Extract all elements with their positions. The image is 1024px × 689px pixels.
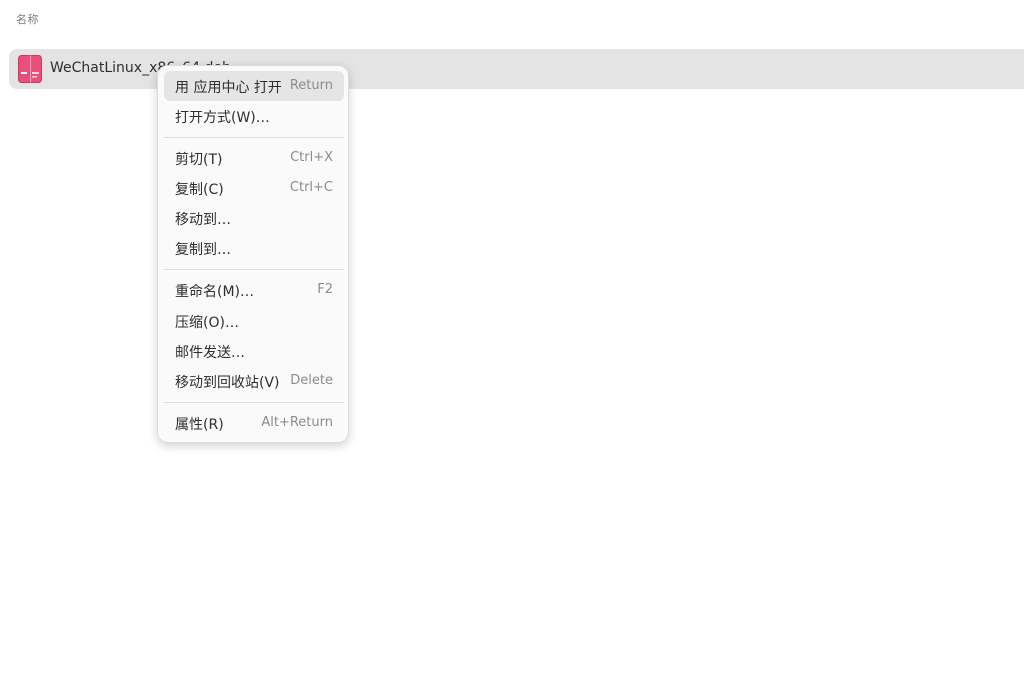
menu-item-shortcut: Alt+Return — [261, 415, 333, 430]
menu-separator — [164, 137, 344, 138]
menu-item-label: 移动到回收站(V) — [175, 375, 280, 391]
menu-item-rename[interactable]: 重命名(M)… F2 — [164, 275, 344, 305]
menu-item-shortcut: Delete — [290, 373, 333, 388]
menu-item-compress[interactable]: 压缩(O)… — [164, 306, 344, 336]
menu-item-label: 压缩(O)… — [175, 315, 239, 331]
menu-item-open-with[interactable]: 打开方式(W)… — [164, 101, 344, 131]
menu-item-shortcut: F2 — [317, 282, 333, 297]
menu-item-label: 移动到… — [175, 212, 231, 228]
menu-item-label: 重命名(M)… — [175, 284, 255, 300]
menu-item-open-with-app-center[interactable]: 用 应用中心 打开 Return — [164, 71, 344, 101]
context-menu: 用 应用中心 打开 Return 打开方式(W)… 剪切(T) Ctrl+X 复… — [157, 65, 349, 443]
column-header-name[interactable]: 名称 — [16, 11, 39, 27]
deb-package-icon — [18, 55, 42, 83]
menu-item-shortcut: Ctrl+X — [290, 150, 333, 165]
menu-item-label: 打开方式(W)… — [175, 110, 270, 126]
menu-item-label: 邮件发送… — [175, 345, 245, 361]
menu-item-copy-to[interactable]: 复制到… — [164, 233, 344, 263]
menu-item-label: 用 应用中心 打开 — [175, 80, 282, 96]
menu-item-label: 剪切(T) — [175, 152, 223, 168]
menu-item-label: 复制(C) — [175, 182, 224, 198]
menu-item-cut[interactable]: 剪切(T) Ctrl+X — [164, 143, 344, 173]
menu-item-move-to-trash[interactable]: 移动到回收站(V) Delete — [164, 366, 344, 396]
menu-item-copy[interactable]: 复制(C) Ctrl+C — [164, 173, 344, 203]
menu-separator — [164, 402, 344, 403]
menu-separator — [164, 269, 344, 270]
menu-item-send-by-email[interactable]: 邮件发送… — [164, 336, 344, 366]
menu-item-label: 复制到… — [175, 242, 231, 258]
menu-item-shortcut: Return — [289, 78, 333, 93]
menu-item-shortcut: Ctrl+C — [289, 180, 333, 195]
menu-item-move-to[interactable]: 移动到… — [164, 203, 344, 233]
menu-item-label: 属性(R) — [175, 417, 224, 433]
menu-item-properties[interactable]: 属性(R) Alt+Return — [164, 408, 344, 438]
file-manager-view: 名称 WeChatLinux_x86_64.deb 用 应用中心 打开 Retu… — [0, 0, 1024, 689]
